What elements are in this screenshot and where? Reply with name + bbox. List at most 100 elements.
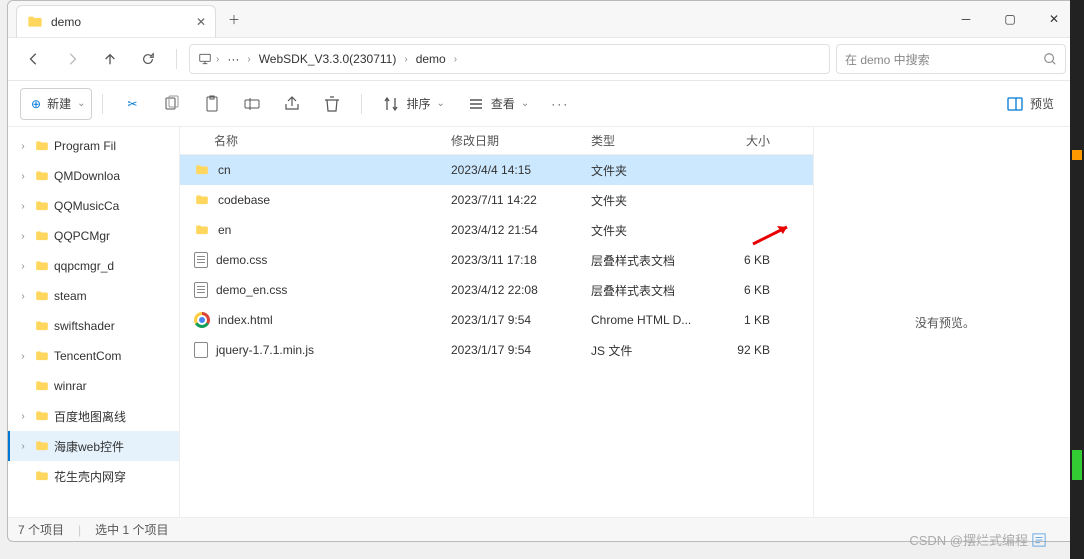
ellipsis-icon: ···	[551, 97, 569, 111]
file-name: demo_en.css	[216, 283, 287, 297]
forward-button[interactable]	[56, 43, 88, 75]
tree-item[interactable]: › QMDownloa	[8, 161, 179, 191]
breadcrumb-seg[interactable]: demo	[412, 50, 450, 68]
preview-pane: 没有预览。	[813, 127, 1076, 517]
body-area: ›Program Fil›QMDownloa›QQMusicCa›QQPCMgr…	[8, 127, 1076, 517]
more-button[interactable]: ···	[541, 88, 579, 120]
file-row[interactable]: index.html2023/1/17 9:54Chrome HTML D...…	[180, 305, 813, 335]
paste-button[interactable]	[193, 88, 231, 120]
chevron-right-icon[interactable]: ›	[404, 54, 407, 65]
col-name[interactable]: 名称	[194, 132, 451, 149]
status-count: 7 个项目	[18, 521, 64, 538]
tab-active[interactable]: demo ✕	[16, 5, 216, 37]
expand-icon[interactable]: ›	[16, 171, 30, 182]
view-button[interactable]: 查看 ⌄	[457, 88, 539, 120]
tree-label: QMDownloa	[54, 169, 120, 183]
search-icon	[1043, 52, 1057, 66]
file-type: 文件夹	[591, 222, 710, 239]
file-row[interactable]: demo.css2023/3/11 17:18层叠样式表文档6 KB	[180, 245, 813, 275]
file-date: 2023/4/12 22:08	[451, 283, 591, 297]
trash-icon	[323, 95, 341, 113]
new-button[interactable]: ⊕ 新建 ⌄	[20, 88, 92, 120]
chevron-right-icon[interactable]: ›	[454, 54, 457, 65]
maximize-button[interactable]: ▢	[988, 3, 1032, 35]
file-list: 名称 修改日期 类型 大小 cn2023/4/4 14:15文件夹codebas…	[180, 127, 813, 517]
file-name: index.html	[218, 313, 273, 327]
file-row[interactable]: cn2023/4/4 14:15文件夹	[180, 155, 813, 185]
file-name: cn	[218, 163, 231, 177]
back-button[interactable]	[18, 43, 50, 75]
col-size[interactable]: 大小	[710, 132, 780, 149]
tree-item[interactable]: › 海康web控件	[8, 431, 179, 461]
tree-item[interactable]: swiftshader	[8, 311, 179, 341]
up-button[interactable]	[94, 43, 126, 75]
expand-icon[interactable]: ›	[16, 291, 30, 302]
file-row[interactable]: demo_en.css2023/4/12 22:08层叠样式表文档6 KB	[180, 275, 813, 305]
tree-item[interactable]: › qqpcmgr_d	[8, 251, 179, 281]
folder-icon	[27, 14, 43, 30]
expand-icon[interactable]: ›	[16, 201, 30, 212]
chevron-right-icon[interactable]: ›	[247, 54, 250, 65]
tree-item[interactable]: ›steam	[8, 281, 179, 311]
tree-item[interactable]: 花生壳内网穿	[8, 461, 179, 491]
file-type: 文件夹	[591, 192, 710, 209]
tree-item[interactable]: ›QQMusicCa	[8, 191, 179, 221]
chevron-right-icon[interactable]: ›	[216, 54, 219, 65]
window-controls: ─ ▢ ✕	[944, 3, 1076, 35]
file-row[interactable]: jquery-1.7.1.min.js2023/1/17 9:54JS 文件92…	[180, 335, 813, 365]
expand-icon[interactable]: ›	[16, 351, 30, 362]
explorer-window: demo ✕ ＋ ─ ▢ ✕ › ··· › WebSDK_V3.3.0(230…	[7, 0, 1077, 542]
sort-button[interactable]: 排序 ⌄	[372, 88, 454, 120]
share-button[interactable]	[273, 88, 311, 120]
col-date[interactable]: 修改日期	[451, 132, 591, 149]
close-icon[interactable]: ✕	[195, 16, 207, 28]
preview-label: 预览	[1030, 95, 1054, 112]
file-row[interactable]: en 2023/4/12 21:54文件夹	[180, 215, 813, 245]
css-file-icon	[194, 252, 208, 268]
expand-icon[interactable]: ›	[16, 231, 30, 242]
search-placeholder: 在 demo 中搜索	[845, 51, 930, 68]
expand-icon[interactable]: ›	[16, 141, 30, 152]
chevron-down-icon: ⌄	[77, 98, 85, 109]
pc-icon	[198, 52, 212, 66]
file-size: 6 KB	[710, 253, 780, 267]
breadcrumb[interactable]: › ··· › WebSDK_V3.3.0(230711) › demo ›	[189, 44, 830, 74]
refresh-button[interactable]	[132, 43, 164, 75]
file-name: codebase	[218, 193, 270, 207]
tree-item[interactable]: winrar	[8, 371, 179, 401]
rename-button[interactable]	[233, 88, 271, 120]
preview-icon	[1006, 95, 1024, 113]
minimize-button[interactable]: ─	[944, 3, 988, 35]
scissors-icon: ✂	[123, 95, 141, 113]
col-type[interactable]: 类型	[591, 132, 710, 149]
chevron-down-icon: ⌄	[436, 98, 444, 109]
file-name: en	[218, 223, 231, 237]
sort-icon	[382, 95, 400, 113]
tree-item[interactable]: ›QQPCMgr	[8, 221, 179, 251]
tree-sidebar[interactable]: ›Program Fil›QMDownloa›QQMusicCa›QQPCMgr…	[8, 127, 180, 517]
tree-item[interactable]: ›TencentCom	[8, 341, 179, 371]
tree-label: qqpcmgr_d	[54, 259, 114, 273]
file-date: 2023/4/12 21:54	[451, 223, 591, 237]
tree-item[interactable]: ›Program Fil	[8, 131, 179, 161]
column-headers: 名称 修改日期 类型 大小	[180, 127, 813, 155]
toolbar: ⊕ 新建 ⌄ ✂ 排序 ⌄ 查看 ⌄ ··· 预览	[8, 81, 1076, 127]
breadcrumb-more[interactable]: ···	[223, 50, 243, 68]
expand-icon[interactable]: ›	[16, 261, 30, 272]
copy-button[interactable]	[153, 88, 191, 120]
new-tab-button[interactable]: ＋	[220, 5, 248, 33]
chrome-icon	[194, 312, 210, 328]
delete-button[interactable]	[313, 88, 351, 120]
tree-item[interactable]: ›百度地图离线	[8, 401, 179, 431]
cut-button[interactable]: ✂	[113, 88, 151, 120]
preview-button[interactable]: 预览	[996, 88, 1064, 120]
expand-icon[interactable]: ›	[16, 411, 30, 422]
sort-label: 排序	[406, 95, 430, 112]
tree-label: winrar	[54, 379, 87, 393]
file-row[interactable]: codebase2023/7/11 14:22文件夹	[180, 185, 813, 215]
file-date: 2023/1/17 9:54	[451, 313, 591, 327]
expand-icon[interactable]: ›	[16, 441, 30, 452]
tree-label: 海康web控件	[54, 438, 124, 455]
breadcrumb-seg[interactable]: WebSDK_V3.3.0(230711)	[255, 50, 401, 68]
search-input[interactable]: 在 demo 中搜索	[836, 44, 1066, 74]
